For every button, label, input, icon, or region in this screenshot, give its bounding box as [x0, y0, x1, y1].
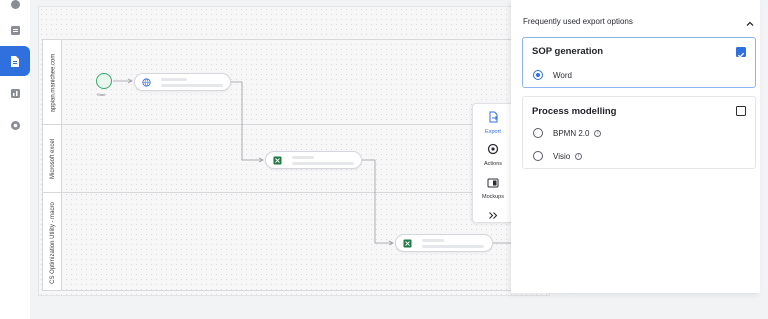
- word-radio[interactable]: [533, 70, 543, 80]
- circle-icon: [10, 0, 20, 9]
- actions-label: Actions: [483, 161, 503, 167]
- actions-tool-button[interactable]: Actions: [473, 142, 513, 167]
- expand-chevron-icon: [489, 212, 498, 219]
- bpmn-option[interactable]: BPMN 2.0 i: [533, 127, 602, 139]
- bpmn-radio[interactable]: [533, 128, 543, 138]
- collapse-button[interactable]: [745, 16, 755, 26]
- process-step-excel-1[interactable]: [265, 151, 362, 169]
- start-label: Start: [97, 92, 106, 97]
- panel-header: Frequently used export options: [523, 17, 633, 26]
- visio-option[interactable]: Visio i: [533, 150, 583, 162]
- process-step-web[interactable]: [134, 73, 231, 91]
- mockups-icon: [487, 178, 499, 188]
- document-icon: [11, 55, 19, 67]
- word-label: Word: [553, 70, 572, 80]
- step-text-placeholder: [292, 156, 314, 159]
- excel-icon: [273, 156, 282, 165]
- process-modelling-title: Process modelling: [532, 106, 617, 117]
- side-toolbar: Export Actions Mockups: [472, 103, 512, 223]
- nav-item-top[interactable]: [5, 0, 25, 14]
- visio-label: Visio: [553, 151, 571, 161]
- expand-toolbar-button[interactable]: [473, 207, 513, 225]
- sop-generation-card[interactable]: SOP generation Word: [522, 37, 756, 88]
- chevron-up-icon: [746, 21, 754, 26]
- actions-icon: [487, 143, 499, 155]
- nav-item-settings[interactable]: [5, 115, 25, 135]
- left-nav-rail: [0, 0, 30, 319]
- gear-icon: [10, 120, 20, 130]
- export-options-panel: Frequently used export options SOP gener…: [511, 0, 760, 293]
- info-icon[interactable]: i: [575, 152, 583, 160]
- word-option[interactable]: Word: [533, 69, 572, 81]
- process-modelling-card[interactable]: Process modelling BPMN 2.0 i Visio i: [522, 96, 756, 169]
- visio-radio[interactable]: [533, 151, 543, 161]
- checkmark-icon: [737, 52, 745, 58]
- bpmn-label: BPMN 2.0: [553, 128, 590, 138]
- step-text-placeholder: [422, 245, 484, 248]
- info-icon[interactable]: i: [594, 129, 602, 137]
- step-text-placeholder: [161, 84, 223, 87]
- globe-icon: [142, 78, 151, 87]
- nav-item-analytics[interactable]: [5, 83, 25, 103]
- mockups-tool-button[interactable]: Mockups: [473, 175, 513, 200]
- mockups-label: Mockups: [481, 194, 504, 200]
- sop-generation-title: SOP generation: [532, 46, 604, 57]
- excel-icon: [403, 239, 412, 248]
- start-event[interactable]: [96, 73, 112, 89]
- step-text-placeholder: [161, 78, 187, 81]
- step-text-placeholder: [422, 239, 444, 242]
- export-tool-button[interactable]: Export: [473, 110, 513, 135]
- chart-icon: [10, 88, 20, 98]
- file-export-icon: [489, 111, 498, 123]
- nav-item-documents[interactable]: [0, 46, 30, 76]
- sop-generation-checkbox[interactable]: [736, 47, 746, 58]
- process-step-excel-2[interactable]: [395, 234, 493, 252]
- process-modelling-checkbox[interactable]: [736, 106, 746, 116]
- grid-icon: [10, 25, 20, 35]
- export-label: Export: [485, 129, 501, 135]
- nav-item-grid[interactable]: [5, 20, 25, 40]
- step-text-placeholder: [292, 162, 354, 165]
